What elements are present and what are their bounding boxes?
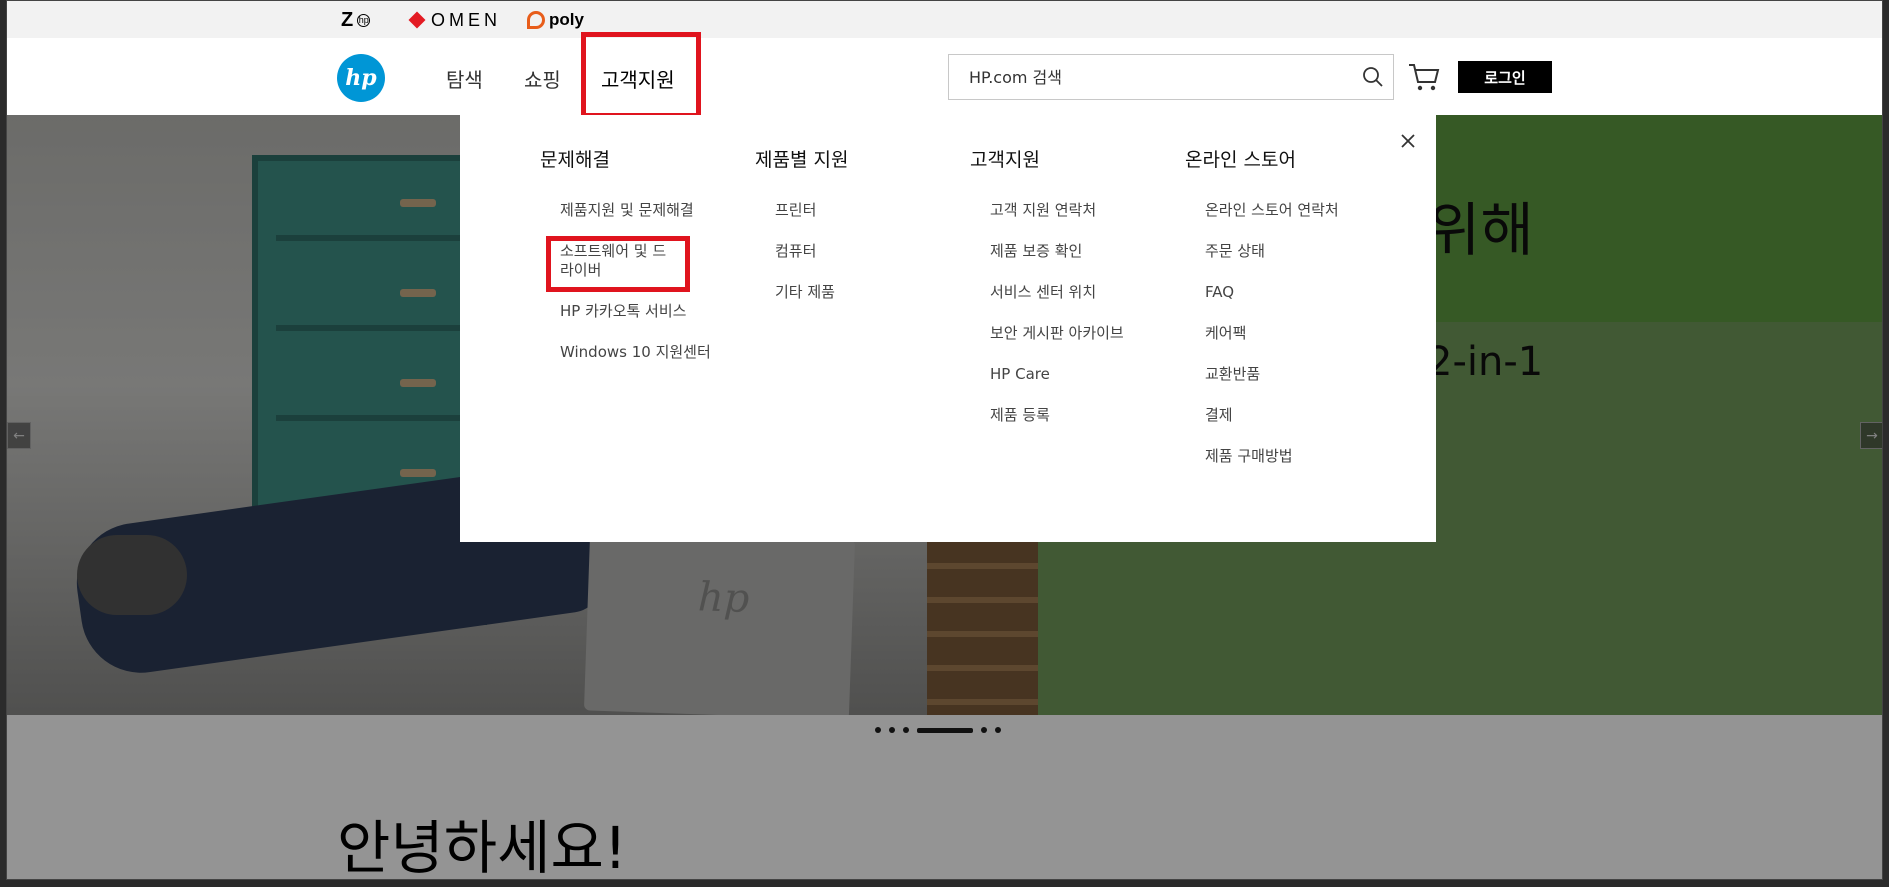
menu-link-warranty[interactable]: 제품 보증 확인	[990, 242, 1160, 261]
drawer-handle	[400, 469, 436, 477]
content-section	[7, 715, 1882, 879]
menu-link-register[interactable]: 제품 등록	[990, 406, 1160, 425]
hp-logo-text: hp	[345, 65, 377, 91]
menu-heading: 고객지원	[970, 149, 1040, 171]
browser-frame: Z hp OMEN poly hp 탐색 쇼핑 고객지원 로그인	[6, 0, 1883, 880]
menu-heading: 제품별 지원	[755, 149, 849, 171]
greeting-heading: 안녕하세요!	[337, 814, 628, 880]
books-illustration	[927, 535, 1038, 715]
software-drivers-highlight	[546, 236, 690, 292]
poly-mark-icon	[527, 11, 545, 29]
menu-heading: 온라인 스토어	[1185, 149, 1296, 171]
support-mega-menu: 문제해결 제품지원 및 문제해결 소프트웨어 및 드라이버 HP 카카오톡 서비…	[460, 115, 1436, 542]
menu-link-windows10[interactable]: Windows 10 지원센터	[560, 343, 720, 362]
hero-subtitle: 2-in-1	[1427, 339, 1544, 385]
menu-column-by-product: 제품별 지원 프린터 컴퓨터 기타 제품	[755, 145, 955, 324]
poly-logo: poly	[549, 10, 584, 29]
menu-link-faq[interactable]: FAQ	[1205, 283, 1375, 302]
menu-link-printer[interactable]: 프린터	[775, 201, 945, 220]
drawer	[276, 171, 476, 241]
menu-link-how-to-buy[interactable]: 제품 구매방법	[1205, 447, 1375, 466]
drawer-handle	[400, 379, 436, 387]
menu-link-hp-care[interactable]: HP Care	[990, 365, 1160, 384]
menu-link-kakaotalk[interactable]: HP 카카오톡 서비스	[560, 302, 720, 321]
arrow-left-icon[interactable]: ←	[7, 422, 31, 449]
menu-link-security-archive[interactable]: 보안 게시판 아카이브	[990, 324, 1160, 343]
poly-brand-link[interactable]: poly	[527, 9, 584, 31]
menu-heading: 문제해결	[540, 149, 610, 171]
brand-strip: Z hp OMEN poly	[7, 1, 1882, 38]
carousel-dot[interactable]	[995, 727, 1001, 733]
hero-title: 위해	[1427, 196, 1534, 264]
drawer-handle	[400, 199, 436, 207]
z-brand-link[interactable]: Z hp	[341, 8, 371, 31]
arrow-right-icon[interactable]: →	[1860, 422, 1882, 449]
menu-link-order-status[interactable]: 주문 상태	[1205, 242, 1375, 261]
carousel-dot[interactable]	[875, 727, 881, 733]
hp-logo[interactable]: hp	[337, 54, 385, 102]
search-icon[interactable]	[1353, 55, 1393, 99]
nav-explore[interactable]: 탐색	[446, 64, 483, 93]
menu-column-customer-support: 고객지원 고객 지원 연락처 제품 보증 확인 서비스 센터 위치 보안 게시판…	[970, 145, 1170, 447]
omen-diamond-icon	[408, 11, 426, 29]
close-icon[interactable]	[1396, 129, 1420, 153]
menu-link-returns[interactable]: 교환반품	[1205, 365, 1375, 384]
login-button[interactable]: 로그인	[1458, 61, 1552, 93]
cart-icon[interactable]	[1407, 62, 1441, 92]
menu-link-other-products[interactable]: 기타 제품	[775, 283, 945, 302]
menu-link-payment[interactable]: 결제	[1205, 406, 1375, 425]
menu-link-product-support[interactable]: 제품지원 및 문제해결	[560, 201, 720, 220]
menu-link-carepack[interactable]: 케어팩	[1205, 324, 1375, 343]
menu-column-online-store: 온라인 스토어 온라인 스토어 연락처 주문 상태 FAQ 케어팩 교환반품 결…	[1185, 145, 1385, 488]
carousel-dot-active[interactable]	[917, 727, 973, 733]
sock-illustration	[77, 535, 187, 615]
menu-link-service-center[interactable]: 서비스 센터 위치	[990, 283, 1160, 302]
z-logo: Z	[341, 8, 354, 31]
laptop-logo: hp	[697, 574, 751, 623]
menu-link-contact[interactable]: 고객 지원 연락처	[990, 201, 1160, 220]
omen-brand-link[interactable]: OMEN	[408, 9, 501, 31]
omen-logo: OMEN	[431, 9, 501, 30]
laptop-illustration: hp	[583, 530, 856, 715]
search-input[interactable]	[949, 55, 1353, 99]
drawer	[276, 351, 476, 421]
carousel-dot[interactable]	[903, 727, 909, 733]
carousel-dot[interactable]	[889, 727, 895, 733]
menu-link-computer[interactable]: 컴퓨터	[775, 242, 945, 261]
menu-link-store-contact[interactable]: 온라인 스토어 연락처	[1205, 201, 1375, 220]
drawer-handle	[400, 289, 436, 297]
site-header: hp 탐색 쇼핑 고객지원 로그인	[7, 38, 1882, 115]
nav-shop[interactable]: 쇼핑	[524, 64, 561, 93]
support-nav-highlight	[581, 32, 701, 118]
drawer	[276, 261, 476, 331]
search-box	[948, 54, 1394, 100]
z-hp-badge: hp	[357, 13, 371, 27]
carousel-dots	[875, 727, 1001, 733]
carousel-dot[interactable]	[981, 727, 987, 733]
